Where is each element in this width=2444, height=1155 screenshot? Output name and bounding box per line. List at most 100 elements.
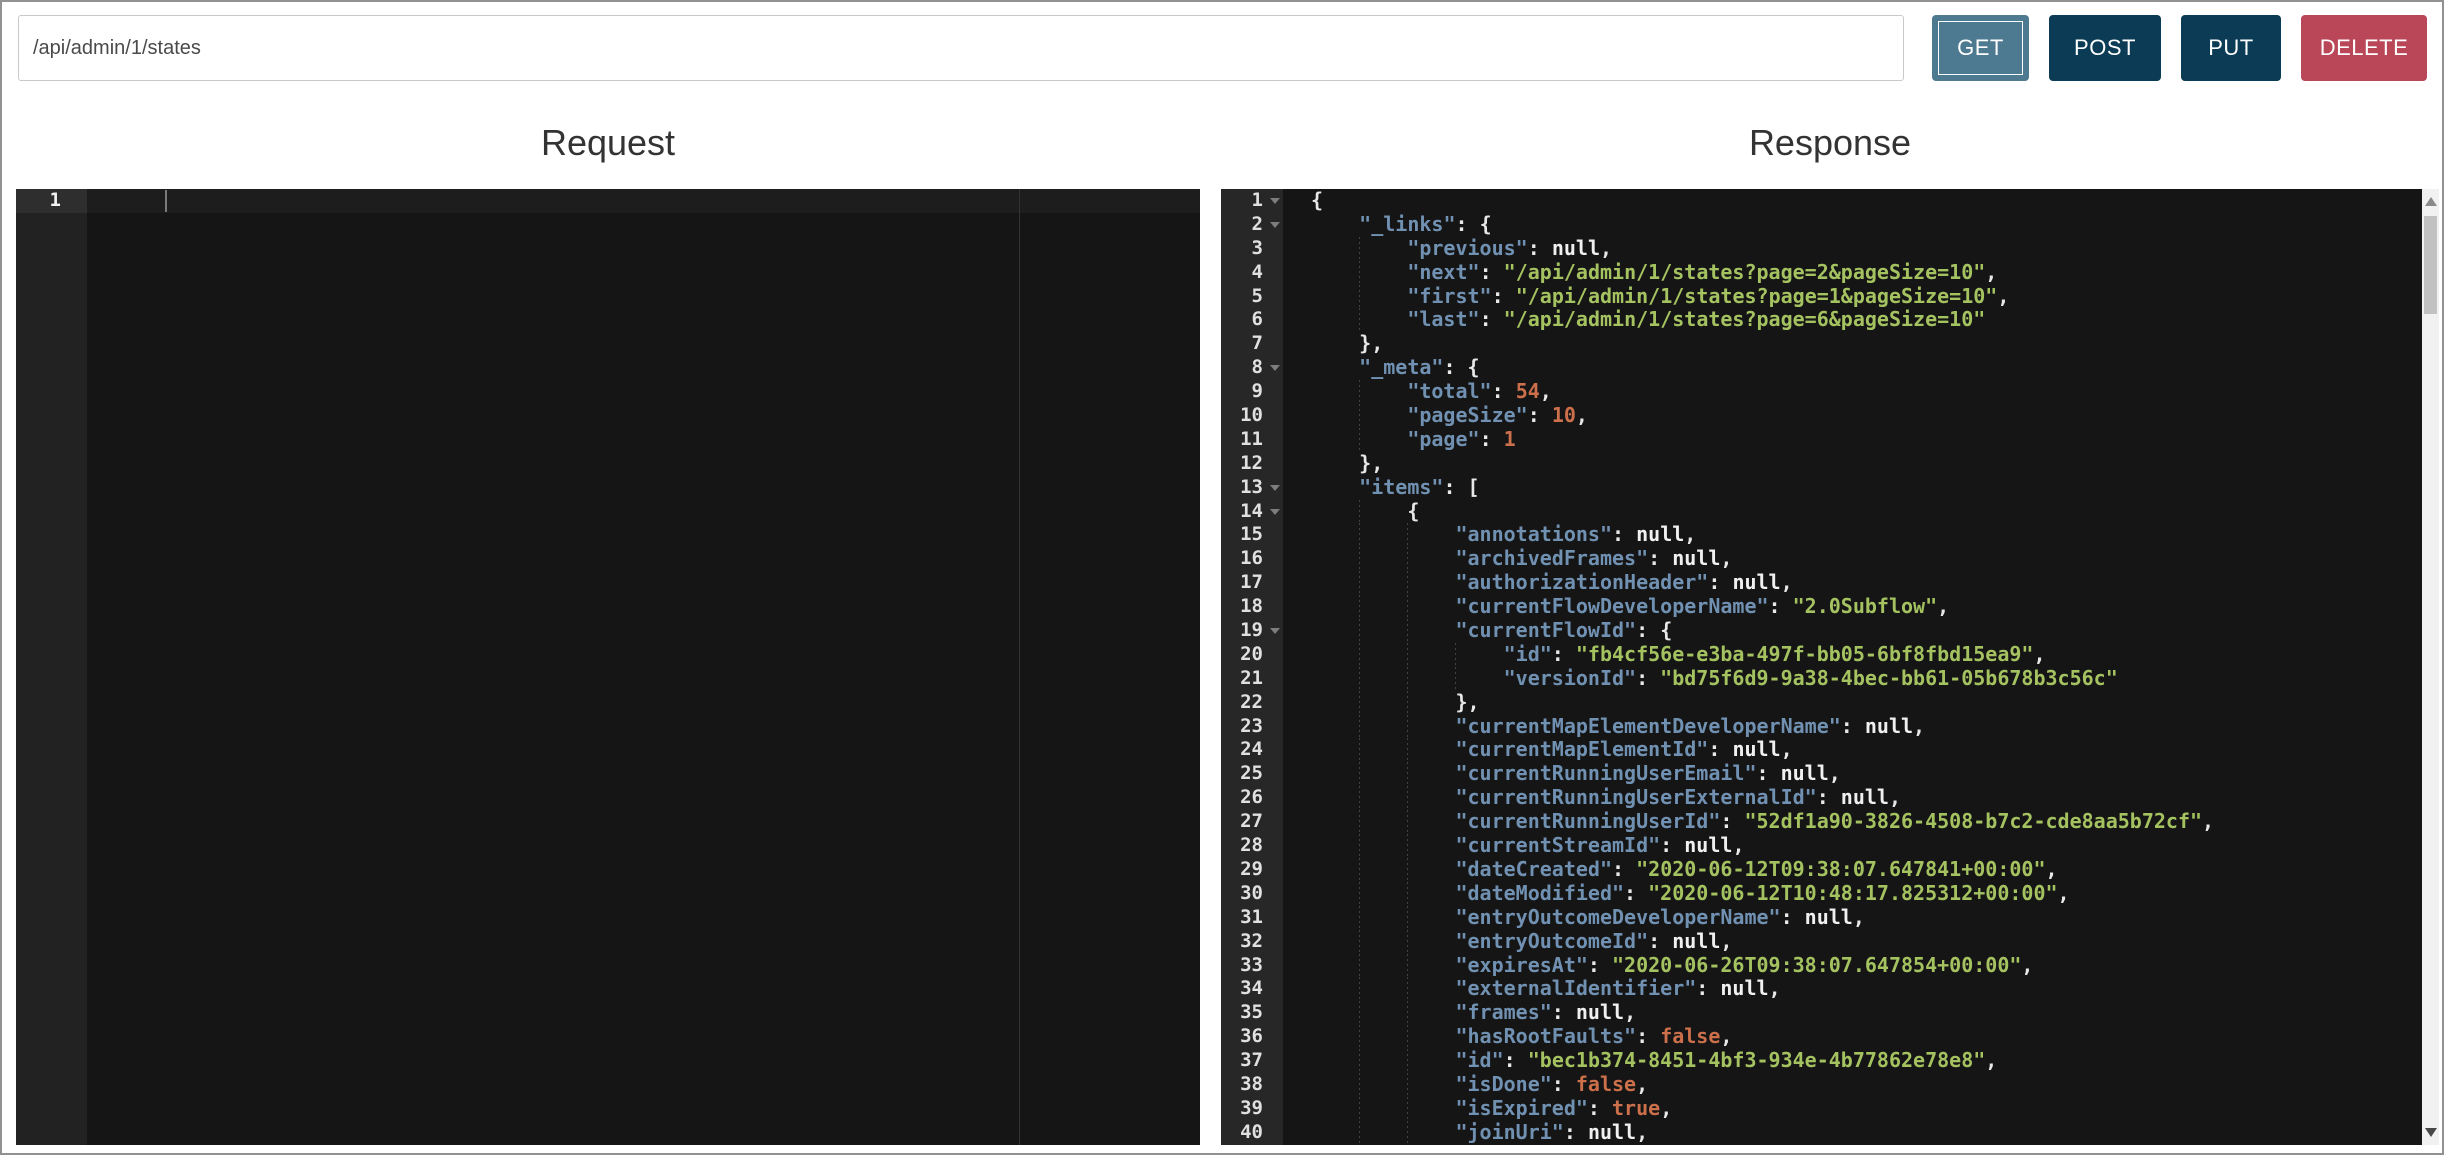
response-scrollbar[interactable] [2422,189,2439,1145]
code-line [87,189,1200,213]
code-line: "next": "/api/admin/1/states?page=2&page… [1283,261,2422,285]
code-line: "currentMapElementDeveloperName": null, [1283,715,2422,739]
gutter-line-number: 2 [1221,213,1283,237]
gutter-line-number: 31 [1221,906,1283,930]
delete-button[interactable]: DELETE [2301,15,2427,81]
gutter-line-number: 9 [1221,380,1283,404]
gutter-line-number: 7 [1221,332,1283,356]
gutter-line-number: 13 [1221,476,1283,500]
gutter-line-number: 33 [1221,954,1283,978]
code-line: "entryOutcomeId": null, [1283,930,2422,954]
code-line: "_links": { [1283,213,2422,237]
gutter-line-number: 39 [1221,1097,1283,1121]
gutter-line-number: 30 [1221,882,1283,906]
gutter-line-number: 29 [1221,858,1283,882]
code-line: "currentRunningUserEmail": null, [1283,762,2422,786]
gutter-line-number: 8 [1221,356,1283,380]
gutter-line-number: 14 [1221,500,1283,524]
response-code[interactable]: {"_links": {"previous": null,"next": "/a… [1283,189,2422,1145]
text-cursor [165,190,167,212]
gutter-line-number: 40 [1221,1121,1283,1145]
gutter-line-number: 28 [1221,834,1283,858]
scrollbar-thumb[interactable] [2424,216,2437,314]
code-line: "isExpired": true, [1283,1097,2422,1121]
code-line: "currentRunningUserExternalId": null, [1283,786,2422,810]
code-line: "isDone": false, [1283,1073,2422,1097]
code-line: "joinUri": null, [1283,1121,2422,1145]
code-line: "currentStreamId": null, [1283,834,2422,858]
code-line: "frames": null, [1283,1001,2422,1025]
code-line: "id": "fb4cf56e-e3ba-497f-bb05-6bf8fbd15… [1283,643,2422,667]
post-button[interactable]: POST [2049,15,2161,81]
code-line: "last": "/api/admin/1/states?page=6&page… [1283,308,2422,332]
url-input[interactable] [18,15,1904,81]
gutter-line-number: 19 [1221,619,1283,643]
code-line: "previous": null, [1283,237,2422,261]
fold-arrow-icon[interactable] [1270,365,1280,371]
put-button[interactable]: PUT [2181,15,2281,81]
response-editor[interactable]: 1234567891011121314151617181920212223242… [1221,189,2439,1145]
code-line: }, [1283,691,2422,715]
code-line: "expiresAt": "2020-06-26T09:38:07.647854… [1283,954,2422,978]
gutter-line-number: 20 [1221,643,1283,667]
code-line: "currentFlowDeveloperName": "2.0Subflow"… [1283,595,2422,619]
gutter-line-number: 26 [1221,786,1283,810]
code-line: "authorizationHeader": null, [1283,571,2422,595]
gutter-line-number: 1 [1221,189,1283,213]
gutter-line-number: 27 [1221,810,1283,834]
code-line: "page": 1 [1283,428,2422,452]
print-margin-ruler [1019,189,1020,1145]
code-line: "first": "/api/admin/1/states?page=1&pag… [1283,285,2422,309]
gutter-line-number: 15 [1221,523,1283,547]
code-line: "hasRootFaults": false, [1283,1025,2422,1049]
fold-arrow-icon[interactable] [1270,628,1280,634]
request-code[interactable] [87,189,1200,1145]
response-gutter: 1234567891011121314151617181920212223242… [1221,189,1283,1145]
gutter-line-number: 32 [1221,930,1283,954]
gutter-line-number: 25 [1221,762,1283,786]
gutter-line-number: 38 [1221,1073,1283,1097]
code-line: "pageSize": 10, [1283,404,2422,428]
code-line: }, [1283,332,2422,356]
gutter-line-number: 22 [1221,691,1283,715]
code-line: "entryOutcomeDeveloperName": null, [1283,906,2422,930]
gutter-line-number: 37 [1221,1049,1283,1073]
gutter-line-number: 11 [1221,428,1283,452]
gutter-line-number: 23 [1221,715,1283,739]
scroll-up-icon[interactable] [2425,197,2437,206]
fold-arrow-icon[interactable] [1270,509,1280,515]
get-button[interactable]: GET [1932,15,2029,81]
gutter-line-number: 35 [1221,1001,1283,1025]
gutter-line-number: 34 [1221,977,1283,1001]
gutter-line-number: 1 [16,189,87,213]
scroll-down-icon[interactable] [2425,1128,2437,1137]
request-panel-title: Request [16,122,1200,172]
gutter-line-number: 10 [1221,404,1283,428]
code-line: "currentMapElementId": null, [1283,738,2422,762]
code-line: "currentFlowId": { [1283,619,2422,643]
code-line: }, [1283,452,2422,476]
code-line: "archivedFrames": null, [1283,547,2422,571]
gutter-line-number: 24 [1221,738,1283,762]
api-console-page: { "url_bar": { "value": "/api/admin/1/st… [0,0,2444,1155]
code-line: "annotations": null, [1283,523,2422,547]
code-line: "items": [ [1283,476,2422,500]
code-line: "dateModified": "2020-06-12T10:48:17.825… [1283,882,2422,906]
code-line: "_meta": { [1283,356,2422,380]
code-line: "id": "bec1b374-8451-4bf3-934e-4b77862e7… [1283,1049,2422,1073]
gutter-line-number: 36 [1221,1025,1283,1049]
fold-arrow-icon[interactable] [1270,198,1280,204]
request-gutter: 1 [16,189,87,1145]
code-line: "versionId": "bd75f6d9-9a38-4bec-bb61-05… [1283,667,2422,691]
gutter-line-number: 6 [1221,308,1283,332]
request-editor[interactable]: 1 [16,189,1200,1145]
code-line: { [1283,189,2422,213]
gutter-line-number: 5 [1221,285,1283,309]
gutter-line-number: 21 [1221,667,1283,691]
fold-arrow-icon[interactable] [1270,485,1280,491]
gutter-line-number: 4 [1221,261,1283,285]
code-line: "total": 54, [1283,380,2422,404]
gutter-line-number: 3 [1221,237,1283,261]
code-line: "dateCreated": "2020-06-12T09:38:07.6478… [1283,858,2422,882]
fold-arrow-icon[interactable] [1270,222,1280,228]
